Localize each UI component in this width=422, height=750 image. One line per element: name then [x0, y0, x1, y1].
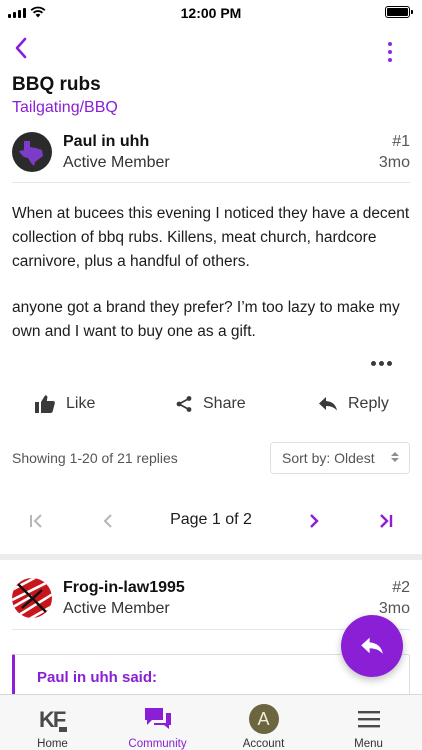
account-initial: A	[248, 704, 279, 734]
bottom-tab-bar: KF Home Community A Account Menu	[0, 694, 422, 750]
chevron-right-icon	[310, 514, 319, 528]
last-page-icon	[380, 514, 393, 528]
tab-menu-label: Menu	[354, 738, 383, 750]
thumbs-up-icon	[35, 395, 55, 413]
striped-guitar-avatar-icon	[12, 578, 52, 618]
page-indicator: Page 1 of 2	[170, 511, 252, 528]
post-age: 3mo	[378, 600, 410, 617]
post-body: When at bucees this evening I noticed th…	[12, 202, 410, 366]
tab-community[interactable]: Community	[105, 695, 210, 750]
top-nav-bar	[0, 30, 422, 70]
author-role: Active Member	[63, 600, 170, 617]
home-logo-icon: KF	[37, 703, 69, 735]
reply-arrow-icon	[361, 637, 383, 654]
tab-home-label: Home	[37, 738, 68, 750]
thread-title: BBQ rubs	[12, 74, 101, 95]
next-page-button[interactable]	[301, 508, 327, 534]
post-paragraph: When at bucees this evening I noticed th…	[12, 205, 410, 270]
like-label: Like	[66, 395, 96, 412]
post-age: 3mo	[378, 154, 410, 171]
sort-select-value: Sort by: Oldest	[282, 450, 375, 466]
post-more-button[interactable]	[371, 361, 392, 366]
ellipsis-dot	[379, 361, 384, 366]
tab-account-label: Account	[242, 738, 285, 750]
forum-breadcrumb-link[interactable]: Tailgating/BBQ	[12, 99, 118, 117]
tab-account[interactable]: A Account	[211, 695, 316, 750]
reply-label: Reply	[348, 395, 389, 412]
kf-logo: KF	[39, 707, 67, 732]
tab-home[interactable]: KF Home	[0, 695, 105, 750]
sort-select[interactable]: Sort by: Oldest	[270, 442, 410, 474]
tab-community-label: Community	[128, 738, 187, 750]
author-name[interactable]: Frog-in-law1995	[63, 579, 185, 597]
thread-options-button[interactable]	[378, 38, 402, 66]
author-role: Active Member	[63, 154, 170, 171]
author-avatar[interactable]	[12, 132, 52, 172]
kebab-dot	[388, 42, 392, 46]
ellipsis-dot	[371, 361, 376, 366]
kebab-dot	[388, 50, 392, 54]
post-actions: Like Share Reply	[0, 390, 422, 418]
replies-count: Showing 1-20 of 21 replies	[12, 450, 178, 466]
share-icon	[176, 396, 192, 412]
reply-button[interactable]: Reply	[318, 390, 389, 418]
last-page-button[interactable]	[372, 508, 398, 534]
quote-author-link[interactable]: Paul in uhh said:	[37, 669, 157, 686]
post-paragraph: anyone got a brand they prefer? I’m too …	[12, 299, 400, 340]
battery-icon	[385, 6, 413, 18]
reply-arrow-icon	[319, 397, 337, 411]
like-button[interactable]: Like	[34, 390, 95, 418]
post-number-link[interactable]: #2	[392, 579, 410, 597]
kebab-dot	[388, 58, 392, 62]
back-button[interactable]	[6, 32, 36, 64]
texas-flag-avatar-icon	[12, 132, 52, 172]
ellipsis-dot	[387, 361, 392, 366]
hamburger-menu-icon	[353, 703, 385, 735]
sort-updown-icon	[391, 452, 399, 462]
status-time: 12:00 PM	[180, 5, 242, 21]
author-avatar[interactable]	[12, 578, 52, 618]
status-bar: 12:00 PM	[0, 0, 422, 26]
post-header: Frog-in-law1995 Active Member #2 3mo	[12, 576, 410, 630]
author-name[interactable]: Paul in uhh	[63, 133, 149, 151]
chat-bubbles-icon	[142, 703, 174, 735]
share-label: Share	[203, 395, 246, 412]
section-divider	[0, 554, 422, 560]
pagination: Page 1 of 2	[0, 508, 422, 534]
share-button[interactable]: Share	[175, 390, 246, 418]
tab-menu[interactable]: Menu	[316, 695, 421, 750]
account-avatar-icon: A	[248, 703, 280, 735]
floating-reply-button[interactable]	[341, 615, 403, 677]
post-number-link[interactable]: #1	[392, 133, 410, 151]
chevron-left-icon	[15, 37, 27, 59]
post-header: Paul in uhh Active Member #1 3mo	[12, 130, 410, 183]
